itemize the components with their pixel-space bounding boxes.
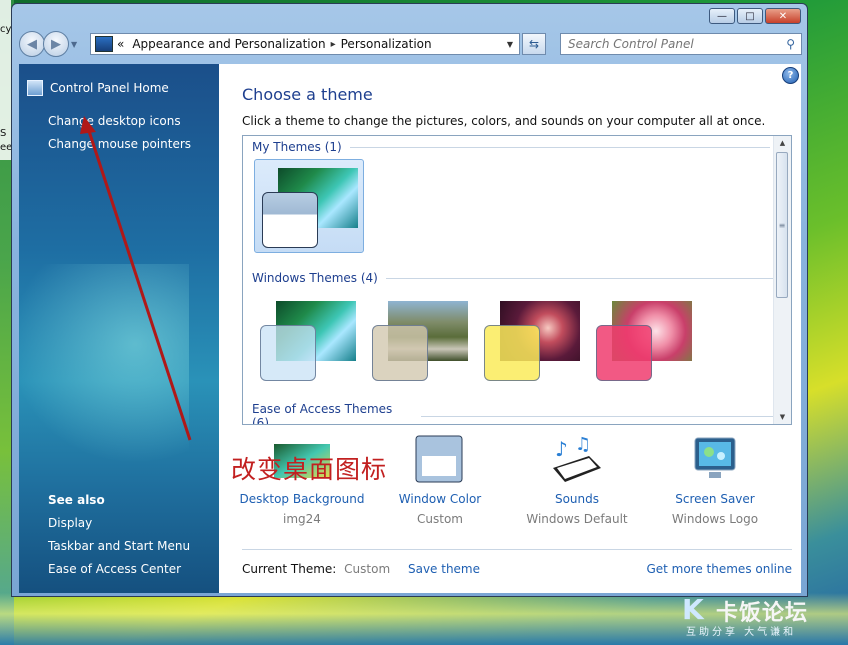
forward-button[interactable]: ▶ — [43, 31, 69, 57]
theme-window-preview — [262, 192, 318, 248]
scroll-up-icon[interactable]: ▲ — [774, 136, 791, 150]
refresh-button[interactable]: ⇆ — [522, 33, 546, 55]
group-label: Ease of Access Themes (6) — [252, 402, 393, 425]
sounds-value: Windows Default — [526, 512, 628, 526]
svg-text:♫: ♫ — [575, 434, 591, 455]
theme-window-preview — [372, 325, 428, 381]
windows-themes-group: Windows Themes (4) — [252, 271, 776, 285]
page-title: Choose a theme — [242, 85, 373, 104]
svg-text:♪: ♪ — [555, 437, 568, 461]
nav-buttons: ◀ ▶ ▼ — [19, 31, 77, 57]
window-color-label[interactable]: Window Color — [370, 492, 510, 506]
group-label: My Themes (1) — [252, 140, 342, 154]
theme-window-preview — [484, 325, 540, 381]
theme-window-preview — [596, 325, 652, 381]
control-panel-icon — [95, 36, 113, 52]
refresh-icon: ⇆ — [528, 37, 540, 51]
theme-thumb-landscapes[interactable] — [368, 301, 468, 381]
theme-thumb-flowers[interactable] — [592, 301, 692, 381]
theme-list-scrollbar[interactable]: ▲ ≡ ▼ — [773, 136, 791, 424]
search-box[interactable]: ⚲ — [560, 33, 802, 55]
theme-list: My Themes (1) Windows Themes (4) Ease of… — [242, 135, 792, 425]
scroll-thumb[interactable]: ≡ — [776, 152, 788, 298]
desktop-background-label[interactable]: Desktop Background — [232, 492, 372, 506]
search-icon[interactable]: ⚲ — [786, 37, 795, 51]
control-panel-home-link[interactable]: Control Panel Home — [27, 80, 169, 96]
breadcrumb-overflow[interactable]: « — [117, 37, 124, 51]
theme-footer: Current Theme: Custom Save theme Get mor… — [242, 549, 792, 576]
control-panel-home-label: Control Panel Home — [50, 81, 169, 95]
desktop-icon-label: S — [0, 128, 7, 139]
breadcrumb-separator-icon[interactable]: ▸ — [331, 39, 336, 50]
task-pane: Control Panel Home Change desktop icons … — [9, 64, 219, 593]
annotation-text: 改变桌面图标 — [231, 455, 388, 484]
divider — [385, 277, 776, 279]
back-button[interactable]: ◀ — [19, 31, 45, 57]
display-link[interactable]: Display — [48, 516, 92, 530]
address-dropdown-icon[interactable]: ▼ — [507, 40, 513, 49]
window-color-item[interactable]: Window Color Custom — [370, 434, 510, 526]
change-desktop-icons-link[interactable]: Change desktop icons — [48, 114, 181, 128]
personalization-window: — □ ✕ ◀ ▶ ▼ « Appearance and Personaliza… — [9, 3, 808, 597]
theme-thumb-aero[interactable] — [256, 301, 356, 381]
current-theme-label: Current Theme: — [242, 562, 337, 576]
ease-of-access-themes-group: Ease of Access Themes (6) — [252, 402, 791, 425]
current-theme-value: Custom — [344, 562, 391, 576]
page-subtitle: Click a theme to change the pictures, co… — [242, 114, 766, 128]
get-more-themes-link[interactable]: Get more themes online — [646, 562, 792, 576]
address-bar[interactable]: « Appearance and Personalization ▸ Perso… — [90, 33, 520, 55]
theme-window-preview — [260, 325, 316, 381]
theme-thumb-custom[interactable] — [258, 168, 358, 248]
taskbar-start-menu-link[interactable]: Taskbar and Start Menu — [48, 539, 190, 553]
recent-pages-dropdown-icon[interactable]: ▼ — [71, 40, 77, 49]
screen-saver-value: Windows Logo — [671, 512, 759, 526]
scroll-down-icon[interactable]: ▼ — [774, 410, 791, 424]
divider — [349, 146, 770, 148]
close-button[interactable]: ✕ — [765, 8, 801, 24]
screen-saver-label[interactable]: Screen Saver — [645, 492, 785, 506]
window-color-icon — [412, 434, 468, 486]
control-panel-home-icon — [27, 80, 43, 96]
group-label: Windows Themes (4) — [252, 271, 378, 285]
see-also-heading: See also — [48, 493, 105, 507]
help-icon[interactable]: ? — [782, 67, 799, 84]
change-mouse-pointers-link[interactable]: Change mouse pointers — [48, 137, 191, 151]
divider — [421, 415, 791, 417]
desktop-icon-label: cy — [0, 24, 12, 35]
sounds-icon: ♪ ♫ — [549, 434, 605, 486]
ease-of-access-center-link[interactable]: Ease of Access Center — [48, 562, 181, 576]
minimize-button[interactable]: — — [709, 8, 735, 24]
sidebar-decoration — [9, 264, 189, 464]
maximize-button[interactable]: □ — [737, 8, 763, 24]
window-color-value: Custom — [417, 512, 463, 526]
theme-thumb-bokeh[interactable] — [480, 301, 580, 381]
breadcrumb-personalization[interactable]: Personalization — [341, 37, 432, 51]
screensaver-icon — [687, 434, 743, 486]
my-themes-group: My Themes (1) — [252, 140, 770, 154]
desktop-background-value: img24 — [283, 512, 321, 526]
main-content: ? Choose a theme Click a theme to change… — [219, 64, 801, 593]
watermark-slogan: 互助分享 大气谦和 — [686, 627, 797, 638]
window-controls: — □ ✕ — [709, 8, 801, 24]
breadcrumb-appearance[interactable]: Appearance and Personalization — [132, 37, 325, 51]
watermark-logo-icon: K — [682, 593, 704, 626]
screen-saver-item[interactable]: Screen Saver Windows Logo — [645, 434, 785, 526]
save-theme-link[interactable]: Save theme — [408, 562, 480, 576]
sounds-label[interactable]: Sounds — [507, 492, 647, 506]
search-input[interactable] — [566, 36, 780, 52]
sounds-item[interactable]: ♪ ♫ Sounds Windows Default — [507, 434, 647, 526]
